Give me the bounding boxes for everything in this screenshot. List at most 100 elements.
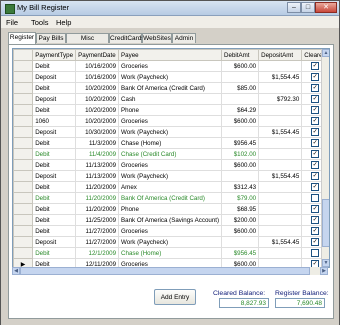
vertical-scrollbar[interactable]: ▲ ▼ (321, 49, 329, 267)
cleared-checkbox[interactable]: ✓ (311, 238, 320, 246)
tab-credit-cards[interactable]: CreditCards (109, 33, 145, 43)
cleared-checkbox[interactable]: ✓ (311, 117, 320, 125)
table-row[interactable]: Deposit 11/13/2009 Work (Paycheck) $1,554.4… (13, 170, 329, 182)
title-bar[interactable]: My Bill Register – □ ✕ (1, 1, 339, 16)
column-header-payment-date[interactable]: PaymentDate (75, 49, 120, 61)
cell-deposit-amt[interactable] (258, 181, 303, 193)
cleared-checkbox[interactable]: ✓ (311, 128, 320, 136)
table-row[interactable]: Deposit 10/16/2009 Work (Paycheck) $1,554.4… (13, 71, 329, 83)
table-row[interactable]: Deposit 10/20/2009 Cash $792.30 ✓ (13, 93, 329, 105)
cell-debit-amt[interactable]: $68.95 (221, 203, 260, 215)
column-header-payment-type[interactable]: PaymentType (32, 49, 77, 61)
cell-payment-date[interactable]: 11/3/2009 (75, 137, 120, 149)
cell-payment-date[interactable]: 10/20/2009 (75, 82, 120, 94)
cleared-checkbox[interactable]: ✓ (311, 84, 320, 92)
cell-debit-amt[interactable]: $64.29 (221, 104, 260, 116)
cell-debit-amt[interactable]: $956.45 (221, 247, 260, 259)
cleared-checkbox[interactable] (311, 194, 320, 202)
minimize-button[interactable]: – (287, 2, 301, 13)
menu-file[interactable]: File (6, 18, 18, 27)
cleared-checkbox[interactable] (311, 249, 320, 257)
cell-payment-date[interactable]: 10/20/2009 (75, 115, 120, 127)
register-grid[interactable]: PaymentType PaymentDate Payee DebitAmt D… (12, 48, 330, 268)
cell-payment-date[interactable]: 11/20/2009 (75, 203, 120, 215)
cleared-checkbox[interactable]: ✓ (311, 161, 320, 169)
row-selector[interactable] (13, 214, 34, 226)
cell-payment-type[interactable]: Debit (32, 159, 77, 171)
scroll-down-arrow-icon[interactable]: ▼ (322, 259, 329, 267)
row-selector[interactable] (13, 115, 34, 127)
cell-payment-type[interactable]: Deposit (32, 126, 77, 138)
cell-deposit-amt[interactable] (258, 115, 303, 127)
table-row[interactable]: Debit 11/27/2009 Groceries $600.00 ✓ (13, 225, 329, 237)
cell-payment-date[interactable]: 10/16/2009 (75, 60, 120, 72)
vertical-scroll-thumb[interactable] (322, 199, 329, 247)
cleared-checkbox[interactable]: ✓ (311, 73, 320, 81)
table-row[interactable]: Debit 11/20/2009 Phone $68.95 ✓ (13, 203, 329, 215)
cell-payment-type[interactable]: Debit (32, 60, 77, 72)
cell-debit-amt[interactable] (221, 71, 260, 83)
cell-debit-amt[interactable]: $600.00 (221, 60, 260, 72)
cell-payment-date[interactable]: 10/20/2009 (75, 93, 120, 105)
column-header-payee[interactable]: Payee (118, 49, 223, 61)
cell-payment-date[interactable]: 11/4/2009 (75, 148, 120, 160)
cell-payment-type[interactable]: Debit (32, 82, 77, 94)
add-entry-button[interactable]: Add Entry (154, 289, 196, 305)
cell-payee[interactable]: Chase (Credit Card) (118, 148, 223, 160)
row-selector[interactable] (13, 247, 34, 259)
table-row[interactable]: Debit 11/3/2009 Chase (Home) $956.45 ✓ (13, 137, 329, 149)
cleared-checkbox[interactable]: ✓ (311, 95, 320, 103)
cell-payment-type[interactable]: Debit (32, 104, 77, 116)
cell-payment-date[interactable]: 10/30/2009 (75, 126, 120, 138)
cell-deposit-amt[interactable] (258, 192, 303, 204)
cell-debit-amt[interactable]: $79.00 (221, 192, 260, 204)
cell-payee[interactable]: Groceries (118, 60, 223, 72)
cell-payee[interactable]: Groceries (118, 225, 223, 237)
cell-debit-amt[interactable]: $85.00 (221, 82, 260, 94)
tab-admin[interactable]: Admin (172, 33, 196, 43)
cell-payment-type[interactable]: Deposit (32, 71, 77, 83)
row-selector[interactable] (13, 192, 34, 204)
cleared-checkbox[interactable]: ✓ (311, 216, 320, 224)
cell-payment-type[interactable]: Deposit (32, 236, 77, 248)
row-selector[interactable] (13, 203, 34, 215)
cell-payee[interactable]: Bank Of America (Credit Card) (118, 82, 223, 94)
cell-deposit-amt[interactable] (258, 60, 303, 72)
cell-payment-date[interactable]: 12/1/2009 (75, 247, 120, 259)
cleared-checkbox[interactable]: ✓ (311, 106, 320, 114)
cell-payment-date[interactable]: 11/13/2009 (75, 159, 120, 171)
cell-deposit-amt[interactable] (258, 82, 303, 94)
cell-payment-date[interactable]: 11/27/2009 (75, 225, 120, 237)
row-selector[interactable] (13, 71, 34, 83)
cell-payment-type[interactable]: Deposit (32, 170, 77, 182)
cell-debit-amt[interactable]: $200.00 (221, 214, 260, 226)
cell-payment-date[interactable]: 10/16/2009 (75, 71, 120, 83)
cell-payee[interactable]: Bank Of America (Savings Account) (118, 214, 223, 226)
cell-payment-type[interactable]: Debit (32, 247, 77, 259)
cell-payee[interactable]: Work (Paycheck) (118, 126, 223, 138)
row-selector[interactable] (13, 82, 34, 94)
cell-debit-amt[interactable]: $600.00 (221, 115, 260, 127)
table-row[interactable]: 1060 10/20/2009 Groceries $600.00 ✓ (13, 115, 329, 127)
cell-debit-amt[interactable] (221, 170, 260, 182)
cell-debit-amt[interactable]: $312.43 (221, 181, 260, 193)
cell-deposit-amt[interactable] (258, 247, 303, 259)
cleared-checkbox[interactable]: ✓ (311, 139, 320, 147)
tab-register[interactable]: Register (8, 32, 36, 44)
cell-deposit-amt[interactable] (258, 203, 303, 215)
table-row[interactable]: Debit 10/16/2009 Groceries $600.00 ✓ (13, 60, 329, 72)
horizontal-scroll-thumb[interactable] (20, 267, 310, 275)
cleared-checkbox[interactable]: ✓ (311, 205, 320, 213)
cell-debit-amt[interactable]: $102.00 (221, 148, 260, 160)
cell-debit-amt[interactable] (221, 236, 260, 248)
cell-deposit-amt[interactable] (258, 214, 303, 226)
row-selector[interactable] (13, 137, 34, 149)
cell-payment-type[interactable]: 1060 (32, 115, 77, 127)
cell-debit-amt[interactable] (221, 126, 260, 138)
cell-deposit-amt[interactable]: $1,554.45 (258, 236, 303, 248)
cleared-checkbox[interactable]: ✓ (311, 62, 320, 70)
row-selector[interactable] (13, 225, 34, 237)
horizontal-scrollbar[interactable]: ◀ ▶ (12, 267, 328, 275)
cell-deposit-amt[interactable] (258, 104, 303, 116)
menu-tools[interactable]: Tools (31, 18, 49, 27)
